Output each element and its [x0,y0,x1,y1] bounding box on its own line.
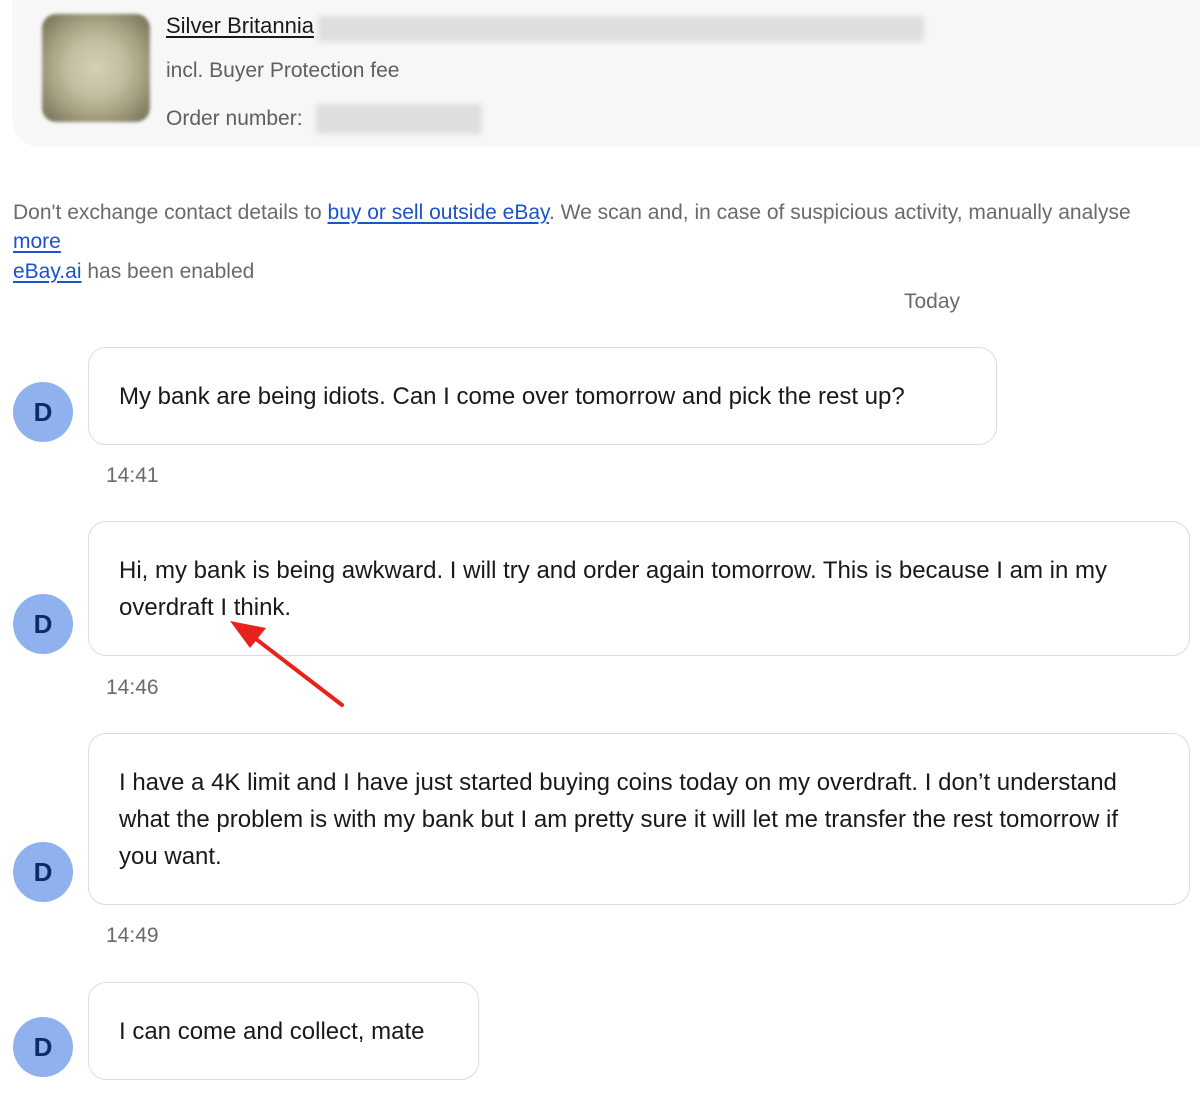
safety-notice: Don't exchange contact details to buy or… [13,201,1131,225]
sender-avatar: D [13,1017,73,1077]
redacted-order-number [316,104,482,134]
more-link[interactable]: more [13,230,61,254]
item-title-link[interactable]: Silver Britannia [166,13,314,39]
message-text: My bank are being idiots. Can I come ove… [119,382,905,410]
day-separator: Today [904,290,961,313]
redacted-item-details [318,16,924,42]
sender-avatar: D [13,382,73,442]
sender-avatar: D [13,842,73,902]
ebay-ai-link[interactable]: eBay.ai [13,260,82,283]
message-timestamp: 14:41 [106,464,159,487]
message-bubble[interactable]: I can come and collect, mate [88,982,479,1080]
message-thread-page: Silver Britannia incl. Buyer Protection … [0,0,1200,1097]
safety-notice-prefix: Don't exchange contact details to [13,201,328,224]
message-bubble[interactable]: My bank are being idiots. Can I come ove… [88,347,997,445]
outside-ebay-policy-link[interactable]: buy or sell outside eBay [328,201,549,224]
buyer-protection-note: incl. Buyer Protection fee [166,59,400,82]
message-timestamp: 14:49 [106,924,159,947]
sender-avatar: D [13,594,73,654]
ebay-ai-notice: eBay.ai has been enabled [13,260,254,284]
ebay-ai-status: has been enabled [81,260,255,283]
order-number-label: Order number: [166,107,303,130]
message-bubble[interactable]: I have a 4K limit and I have just starte… [88,733,1190,905]
item-thumbnail[interactable] [42,14,150,122]
safety-notice-suffix: . We scan and, in case of suspicious act… [548,201,1131,224]
message-text: Hi, my bank is being awkward. I will try… [119,556,1107,621]
message-bubble[interactable]: Hi, my bank is being awkward. I will try… [88,521,1190,656]
order-summary-card[interactable]: Silver Britannia incl. Buyer Protection … [12,0,1200,147]
message-text: I can come and collect, mate [119,1017,425,1045]
message-text: I have a 4K limit and I have just starte… [119,768,1119,870]
message-timestamp: 14:46 [106,676,159,699]
